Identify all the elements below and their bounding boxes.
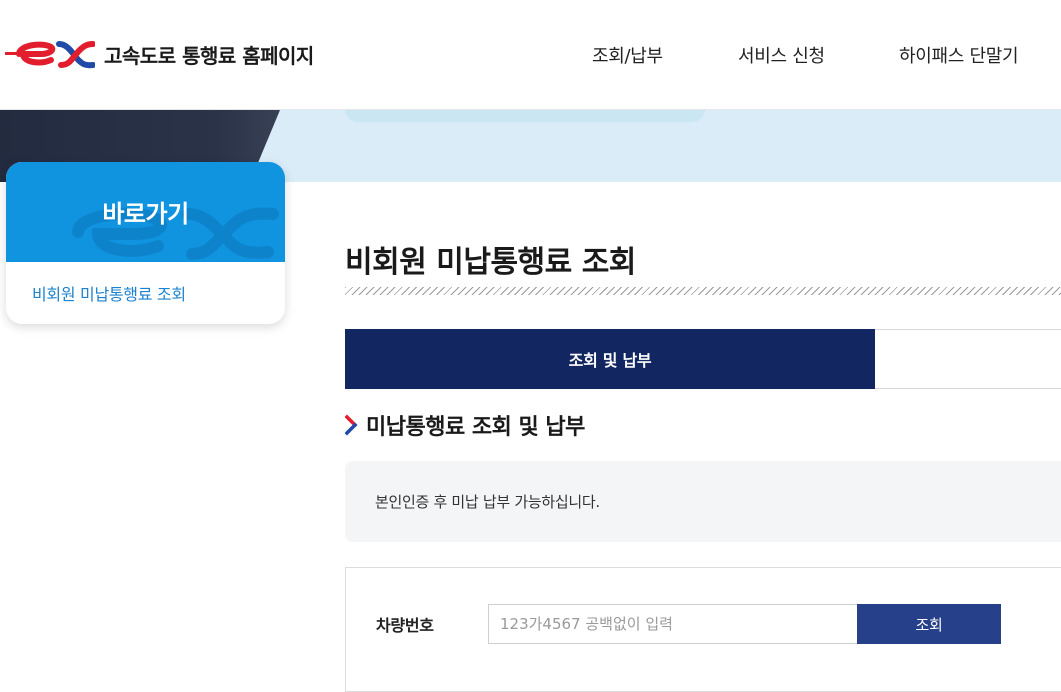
- vehicle-search-form: 차량번호 조회: [345, 567, 1061, 692]
- chevron-right-icon: [345, 414, 358, 436]
- site-logo[interactable]: 고속도로 통행료 홈페이지: [5, 38, 314, 70]
- title-divider: [345, 287, 1061, 295]
- tab-secondary[interactable]: [875, 329, 1061, 389]
- sidebar-title: 바로가기: [102, 200, 189, 228]
- notice-text: 본인인증 후 미납 납부 가능하십니다.: [375, 493, 600, 511]
- section-heading: 미납통행료 조회 및 납부: [345, 409, 585, 441]
- page-title: 비회원 미납통행료 조회: [345, 245, 636, 280]
- tab-inquiry-and-payment[interactable]: 조회 및 납부: [345, 329, 875, 389]
- vehicle-number-input[interactable]: [488, 604, 858, 644]
- ex-logo-icon: [5, 41, 95, 69]
- sidebar-header: 바로가기: [6, 162, 285, 262]
- nav-item-service-request[interactable]: 서비스 신청: [738, 42, 825, 68]
- content-tabs: 조회 및 납부: [345, 329, 1061, 389]
- search-button[interactable]: 조회: [857, 604, 1001, 644]
- notice-box: 본인인증 후 미납 납부 가능하십니다.: [345, 461, 1061, 542]
- site-logo-text: 고속도로 통행료 홈페이지: [104, 43, 314, 68]
- quick-links-sidebar: 바로가기 비회원 미납통행료 조회: [6, 162, 285, 324]
- sidebar-link-nonmember-unpaid-toll[interactable]: 비회원 미납통행료 조회: [32, 281, 186, 305]
- section-title: 미납통행료 조회 및 납부: [366, 415, 585, 440]
- nav-item-inquiry-payment[interactable]: 조회/납부: [592, 42, 663, 68]
- site-header: 고속도로 통행료 홈페이지 조회/납부 서비스 신청 하이패스 단말기: [0, 0, 1061, 110]
- banner-pill-shape: [345, 110, 705, 122]
- vehicle-number-label: 차량번호: [376, 616, 434, 635]
- nav-item-hipass-terminal[interactable]: 하이패스 단말기: [899, 42, 1019, 68]
